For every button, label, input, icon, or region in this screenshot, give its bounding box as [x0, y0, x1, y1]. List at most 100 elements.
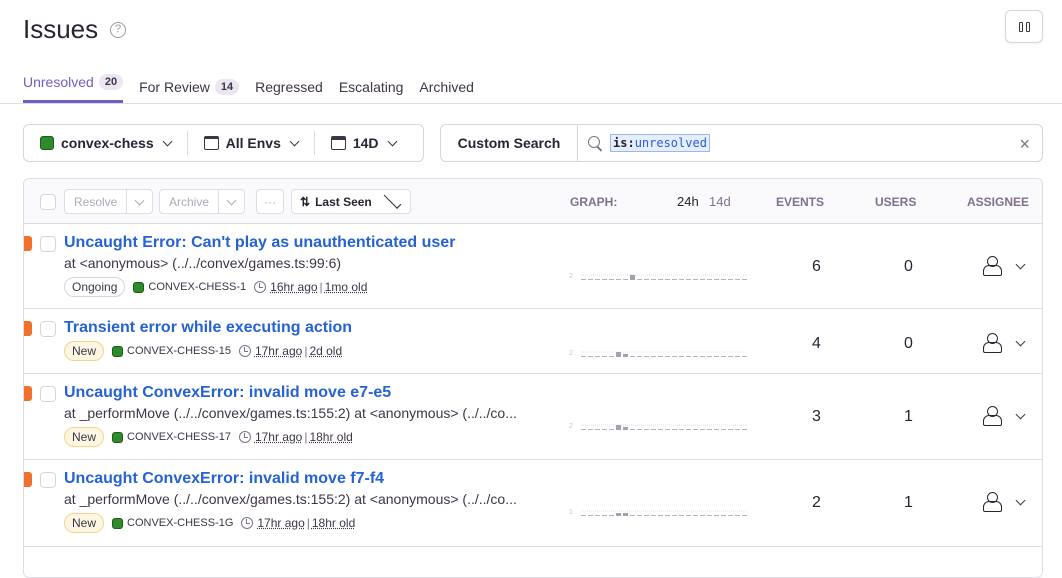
graph-bar — [658, 279, 663, 280]
graph-bar — [665, 429, 670, 430]
graph-bar — [686, 279, 691, 280]
row-checkbox[interactable] — [40, 321, 56, 337]
search-value: unresolved — [634, 136, 707, 150]
tab-unresolved[interactable]: Unresolved 20 — [23, 72, 124, 103]
graph-bar — [707, 356, 712, 357]
graph-bar — [581, 515, 586, 516]
graph-bar — [728, 279, 733, 280]
row-checkbox[interactable] — [40, 386, 56, 402]
chevron-down-icon — [1015, 409, 1026, 420]
graph-bar — [588, 429, 593, 430]
graph-bar — [672, 429, 677, 430]
chevron-down-icon[interactable] — [218, 190, 244, 213]
help-icon[interactable]: ? — [110, 22, 126, 38]
table-header: Resolve Archive ··· ⇅ Last Seen GRAPH: 24… — [24, 179, 1042, 224]
short-id[interactable]: CONVEX-CHESS-15 — [112, 345, 231, 357]
sort-label: Last Seen — [315, 194, 372, 209]
priority-flag — [24, 386, 32, 401]
toggle-panel-button[interactable] — [1005, 10, 1043, 43]
graph-bar — [616, 279, 621, 280]
table-row[interactable]: Transient error while executing action N… — [24, 309, 1042, 374]
graph-bar — [623, 513, 628, 516]
date-selector[interactable]: 14D — [315, 131, 412, 155]
chevron-down-icon — [289, 136, 300, 146]
assignee-selector[interactable] — [982, 333, 1026, 353]
project-selector[interactable]: convex-chess — [24, 131, 188, 155]
custom-search-button[interactable]: Custom Search — [441, 125, 578, 161]
resolve-button[interactable]: Resolve — [64, 189, 154, 214]
search-icon — [588, 136, 602, 150]
assignee-header: ASSIGNEE — [967, 195, 1030, 209]
priority-flag — [24, 321, 32, 336]
short-id-label: CONVEX-CHESS-1 — [148, 281, 247, 293]
divider: | — [304, 344, 308, 358]
graph-bar — [679, 279, 684, 280]
graph-bar — [595, 279, 600, 280]
project-icon — [112, 345, 124, 357]
archive-button[interactable]: Archive — [159, 189, 246, 214]
issue-subtitle: at <anonymous> (../../convex/games.ts:99… — [64, 255, 342, 271]
issue-title-link[interactable]: Transient error while executing action — [64, 319, 352, 337]
user-icon — [982, 492, 1002, 512]
tab-count: 20 — [98, 74, 124, 90]
row-checkbox[interactable] — [40, 236, 56, 252]
more-actions-button[interactable]: ··· — [256, 189, 284, 214]
graph-bar — [686, 429, 691, 430]
archive-label: Archive — [169, 194, 210, 209]
tab-regressed[interactable]: Regressed — [255, 72, 323, 102]
graph-24h-toggle[interactable]: 24h — [677, 194, 699, 209]
graph-bar — [609, 429, 614, 430]
assignee-selector[interactable] — [982, 406, 1026, 426]
divider: | — [319, 280, 323, 294]
row-checkbox[interactable] — [40, 472, 56, 488]
graph-bar — [714, 515, 719, 516]
tab-for-review[interactable]: For Review 14 — [139, 72, 240, 102]
assignee-selector[interactable] — [982, 256, 1026, 276]
graph-bar — [644, 429, 649, 430]
issue-meta: New CONVEX-CHESS-17 17hr ago | 18hr old — [64, 427, 353, 447]
graph-bar — [595, 515, 600, 516]
graph-bar — [616, 352, 621, 357]
tab-escalating[interactable]: Escalating — [339, 72, 404, 102]
graph-bar — [700, 429, 705, 430]
clock-icon — [238, 345, 251, 357]
short-id[interactable]: CONVEX-CHESS-17 — [112, 431, 231, 443]
issue-title-link[interactable]: Uncaught ConvexError: invalid move e7-e5 — [64, 384, 391, 402]
sort-button[interactable]: ⇅ Last Seen — [291, 189, 411, 214]
issue-title-link[interactable]: Uncaught ConvexError: invalid move f7-f4 — [64, 470, 384, 488]
table-row[interactable]: Uncaught ConvexError: invalid move f7-f4… — [24, 460, 1042, 547]
search-input[interactable]: is:unresolved — [610, 134, 710, 152]
close-icon[interactable]: × — [1019, 134, 1030, 155]
graph-bar — [742, 515, 747, 516]
table-row[interactable]: Uncaught Error: Can't play as unauthenti… — [24, 224, 1042, 309]
graph-14d-toggle[interactable]: 14d — [709, 194, 731, 209]
graph-header: GRAPH: — [570, 195, 618, 209]
calendar-icon — [330, 136, 346, 150]
graph-bar — [595, 356, 600, 357]
graph-bar — [595, 429, 600, 430]
tab-count: 14 — [214, 79, 240, 95]
issue-title-link[interactable]: Uncaught Error: Can't play as unauthenti… — [64, 234, 455, 252]
graph-bar — [588, 356, 593, 357]
graph-bar — [630, 356, 635, 357]
graph-bar — [672, 515, 677, 516]
chevron-down-icon[interactable] — [126, 190, 152, 213]
graph-bar — [609, 279, 614, 280]
graph-max-label: 2 — [569, 273, 573, 280]
graph-bar — [651, 356, 656, 357]
assignee-selector[interactable] — [982, 492, 1026, 512]
graph-bar — [735, 429, 740, 430]
short-id[interactable]: CONVEX-CHESS-1 — [133, 281, 246, 293]
project-icon — [112, 517, 124, 529]
graph-bar — [700, 279, 705, 280]
project-label: convex-chess — [61, 135, 154, 151]
tab-archived[interactable]: Archived — [419, 72, 473, 102]
graph-bar — [679, 515, 684, 516]
table-row[interactable]: Uncaught ConvexError: invalid move e7-e5… — [24, 374, 1042, 460]
search-bar: Custom Search is:unresolved × — [440, 124, 1043, 162]
tab-label: For Review — [139, 79, 210, 95]
select-all-checkbox[interactable] — [40, 194, 56, 210]
environment-selector[interactable]: All Envs — [188, 131, 315, 155]
short-id[interactable]: CONVEX-CHESS-1G — [112, 517, 233, 529]
graph-bar — [735, 279, 740, 280]
